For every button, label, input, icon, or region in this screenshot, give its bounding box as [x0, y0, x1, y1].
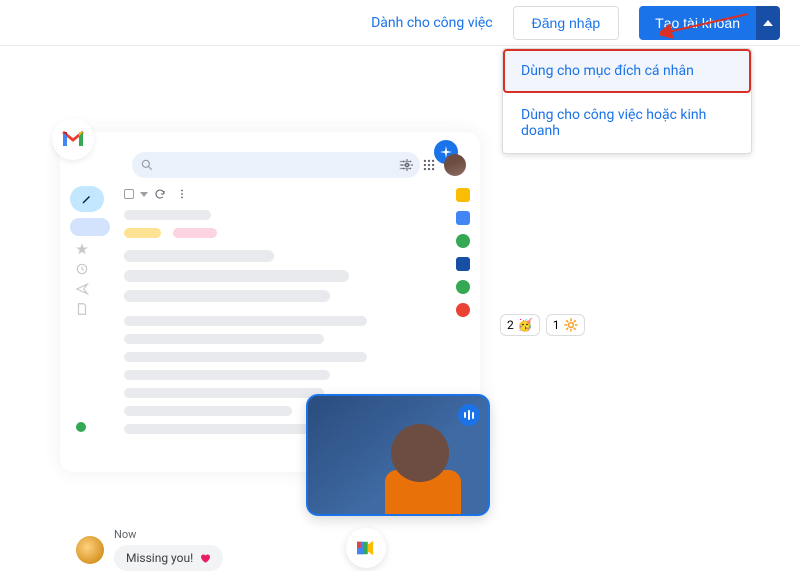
- drafts-icon[interactable]: [70, 302, 94, 316]
- snoozed-icon[interactable]: [70, 262, 94, 276]
- search-icon: [140, 158, 154, 172]
- reaction-chips: 2 🥳 1 🔆: [500, 314, 585, 336]
- apps-grid-icon[interactable]: [422, 158, 436, 172]
- settings-gear-icon[interactable]: [400, 158, 414, 172]
- chat-bubble[interactable]: Missing you!: [114, 545, 223, 571]
- gmail-logo: [52, 118, 94, 160]
- pencil-icon: [81, 193, 93, 205]
- label-chip: [124, 228, 161, 238]
- message-row-placeholder: [124, 250, 274, 262]
- compose-button[interactable]: [70, 186, 104, 212]
- message-row-placeholder: [124, 210, 211, 220]
- create-account-dropdown-toggle[interactable]: [756, 6, 780, 40]
- meet-fab[interactable]: [346, 528, 386, 568]
- tasks-icon[interactable]: [456, 234, 470, 248]
- contacts-icon[interactable]: [456, 257, 470, 271]
- gmail-sidebar: [70, 186, 116, 462]
- voice-icon[interactable]: [456, 280, 470, 294]
- chat-text: Missing you!: [126, 551, 193, 565]
- maps-icon[interactable]: [456, 303, 470, 317]
- keep-icon[interactable]: [456, 188, 470, 202]
- list-toolbar: [124, 188, 436, 200]
- reaction-party-chip[interactable]: 2 🥳: [500, 314, 540, 336]
- menu-item-business[interactable]: Dùng cho công việc hoặc kinh doanh: [503, 93, 751, 153]
- chat-presence-dot: [76, 422, 86, 432]
- create-account-menu: Dùng cho mục đích cá nhân Dùng cho công …: [502, 48, 752, 154]
- profile-avatar[interactable]: [444, 154, 466, 176]
- message-row-placeholder: [124, 370, 330, 380]
- chat-timestamp: Now: [114, 528, 223, 541]
- message-row-placeholder: [124, 334, 324, 344]
- create-account-split-button: Tạo tài khoản: [639, 6, 780, 40]
- more-icon[interactable]: [176, 188, 188, 200]
- chat-avatar[interactable]: [76, 536, 104, 564]
- message-row-placeholder: [124, 406, 292, 416]
- meet-icon: [355, 540, 377, 556]
- create-account-button[interactable]: Tạo tài khoản: [639, 6, 756, 40]
- message-row-placeholder: [124, 352, 367, 362]
- sun-emoji-icon: 🔆: [563, 318, 578, 332]
- reaction-sun-chip[interactable]: 1 🔆: [546, 314, 586, 336]
- message-row-placeholder: [124, 388, 324, 398]
- starred-icon[interactable]: [70, 242, 94, 256]
- side-panel: [456, 188, 470, 317]
- reaction-count: 2: [507, 318, 514, 332]
- for-work-link[interactable]: Dành cho công việc: [371, 15, 493, 31]
- meet-video-tile[interactable]: [306, 394, 490, 516]
- header-tools: [400, 154, 466, 176]
- sent-icon[interactable]: [70, 282, 94, 296]
- inbox-pill[interactable]: [70, 218, 110, 236]
- chevron-up-icon: [763, 20, 773, 26]
- top-nav: Dành cho công việc Đăng nhập Tạo tài kho…: [0, 0, 800, 46]
- select-dropdown-icon[interactable]: [140, 192, 148, 197]
- message-row-placeholder: [124, 290, 330, 302]
- search-bar[interactable]: [132, 152, 420, 178]
- party-emoji-icon: 🥳: [518, 318, 533, 332]
- calendar-icon[interactable]: [456, 211, 470, 225]
- select-all-checkbox[interactable]: [124, 189, 134, 199]
- login-button[interactable]: Đăng nhập: [513, 6, 620, 40]
- message-row-placeholder: [124, 316, 367, 326]
- gmail-icon: [61, 130, 85, 148]
- message-row-placeholder: [124, 270, 349, 282]
- chat-message: Now Missing you!: [76, 528, 223, 571]
- heart-icon: [199, 552, 211, 564]
- refresh-icon[interactable]: [154, 188, 166, 200]
- label-chip: [173, 228, 217, 238]
- menu-item-personal[interactable]: Dùng cho mục đích cá nhân: [503, 49, 751, 93]
- reaction-count: 1: [553, 318, 560, 332]
- speaking-indicator: [458, 404, 480, 426]
